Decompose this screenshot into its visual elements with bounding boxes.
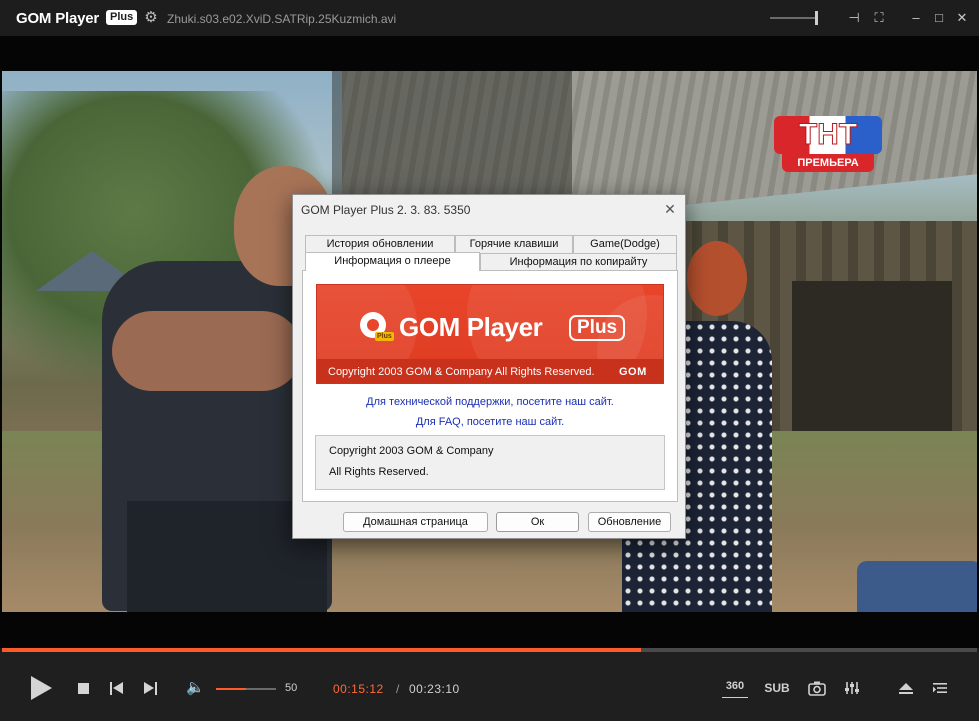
volume-value: 50 (285, 682, 297, 694)
close-icon[interactable]: ✕ (953, 9, 971, 27)
faq-link[interactable]: Для FAQ, посетите наш сайт. (302, 416, 678, 428)
tab-hotkeys[interactable]: Горячие клавиши (455, 235, 573, 253)
file-name: Zhuki.s03.e02.XviD.SATRip.25Kuzmich.avi (167, 12, 396, 26)
time-separator: / (396, 682, 399, 696)
support-link[interactable]: Для технической поддержки, посетите наш … (302, 396, 678, 408)
previous-icon[interactable] (110, 682, 124, 695)
man-arm (112, 311, 302, 391)
app-logo: GOM Player (16, 10, 99, 27)
gear-icon[interactable]: ⚙ (143, 10, 159, 26)
next-icon[interactable] (144, 682, 158, 695)
fullscreen-icon[interactable]: ⛶ (870, 9, 888, 27)
close-icon[interactable]: ✕ (661, 200, 679, 218)
tab-game-dodge[interactable]: Game(Dodge) (573, 235, 677, 253)
control-bar: 🔈 50 00:15:12 / 00:23:10 360 SUB (0, 652, 979, 721)
about-dialog: GOM Player Plus 2. 3. 83. 5350 ✕ История… (292, 194, 686, 539)
update-button[interactable]: Обновление (588, 512, 671, 532)
speaker-icon[interactable]: 🔈 (186, 679, 205, 697)
eject-icon[interactable] (897, 678, 915, 698)
tab-copyright-info[interactable]: Информация по копирайту (480, 253, 677, 271)
banner-brand: GOM (619, 366, 647, 378)
ok-button[interactable]: Ок (496, 512, 579, 532)
equalizer-icon[interactable] (843, 678, 861, 698)
gom-banner: Plus GOM Player Plus Copyright 2003 GOM … (316, 284, 664, 384)
copyright-box: Copyright 2003 GOM & Company All Rights … (315, 435, 665, 490)
total-time: 00:23:10 (409, 682, 460, 696)
edition-badge: Plus (106, 10, 137, 25)
tab-player-info[interactable]: Информация о плеере (305, 252, 480, 271)
banner-logo-text: GOM Player (399, 312, 542, 343)
tab-update-history[interactable]: История обновлении (305, 235, 455, 253)
copyright-line-1: Copyright 2003 GOM & Company (329, 445, 493, 457)
dialog-title: GOM Player Plus 2. 3. 83. 5350 (301, 203, 470, 217)
channel-logo: ТНТ ПРЕМЬЕРА (774, 116, 882, 176)
maximize-icon[interactable]: □ (930, 9, 948, 27)
channel-logo-text: ТНТ (774, 116, 882, 154)
play-icon[interactable] (31, 676, 52, 700)
vr-360-button[interactable]: 360 (722, 678, 748, 698)
home-page-button[interactable]: Домашная страница (343, 512, 488, 532)
barrel (857, 561, 977, 612)
title-volume-track[interactable] (770, 17, 818, 19)
title-volume-knob[interactable] (815, 11, 818, 25)
volume-level (216, 688, 246, 690)
pin-icon[interactable]: ⊣ (845, 9, 863, 27)
banner-copyright: Copyright 2003 GOM & Company All Rights … (328, 366, 595, 378)
current-time: 00:15:12 (333, 682, 384, 696)
banner-logo-badge: Plus (569, 315, 625, 341)
copyright-line-2: All Rights Reserved. (329, 466, 429, 478)
playlist-icon[interactable] (931, 678, 949, 698)
title-bar: GOM Player Plus ⚙ Zhuki.s03.e02.XviD.SAT… (0, 0, 979, 36)
stop-icon[interactable] (78, 683, 89, 694)
channel-tag: ПРЕМЬЕРА (782, 154, 874, 172)
woman-head (687, 241, 747, 316)
camera-icon[interactable] (808, 678, 826, 698)
minimize-icon[interactable]: – (907, 9, 925, 27)
logo-icon-badge: Plus (375, 332, 394, 341)
subtitles-button[interactable]: SUB (762, 678, 792, 698)
